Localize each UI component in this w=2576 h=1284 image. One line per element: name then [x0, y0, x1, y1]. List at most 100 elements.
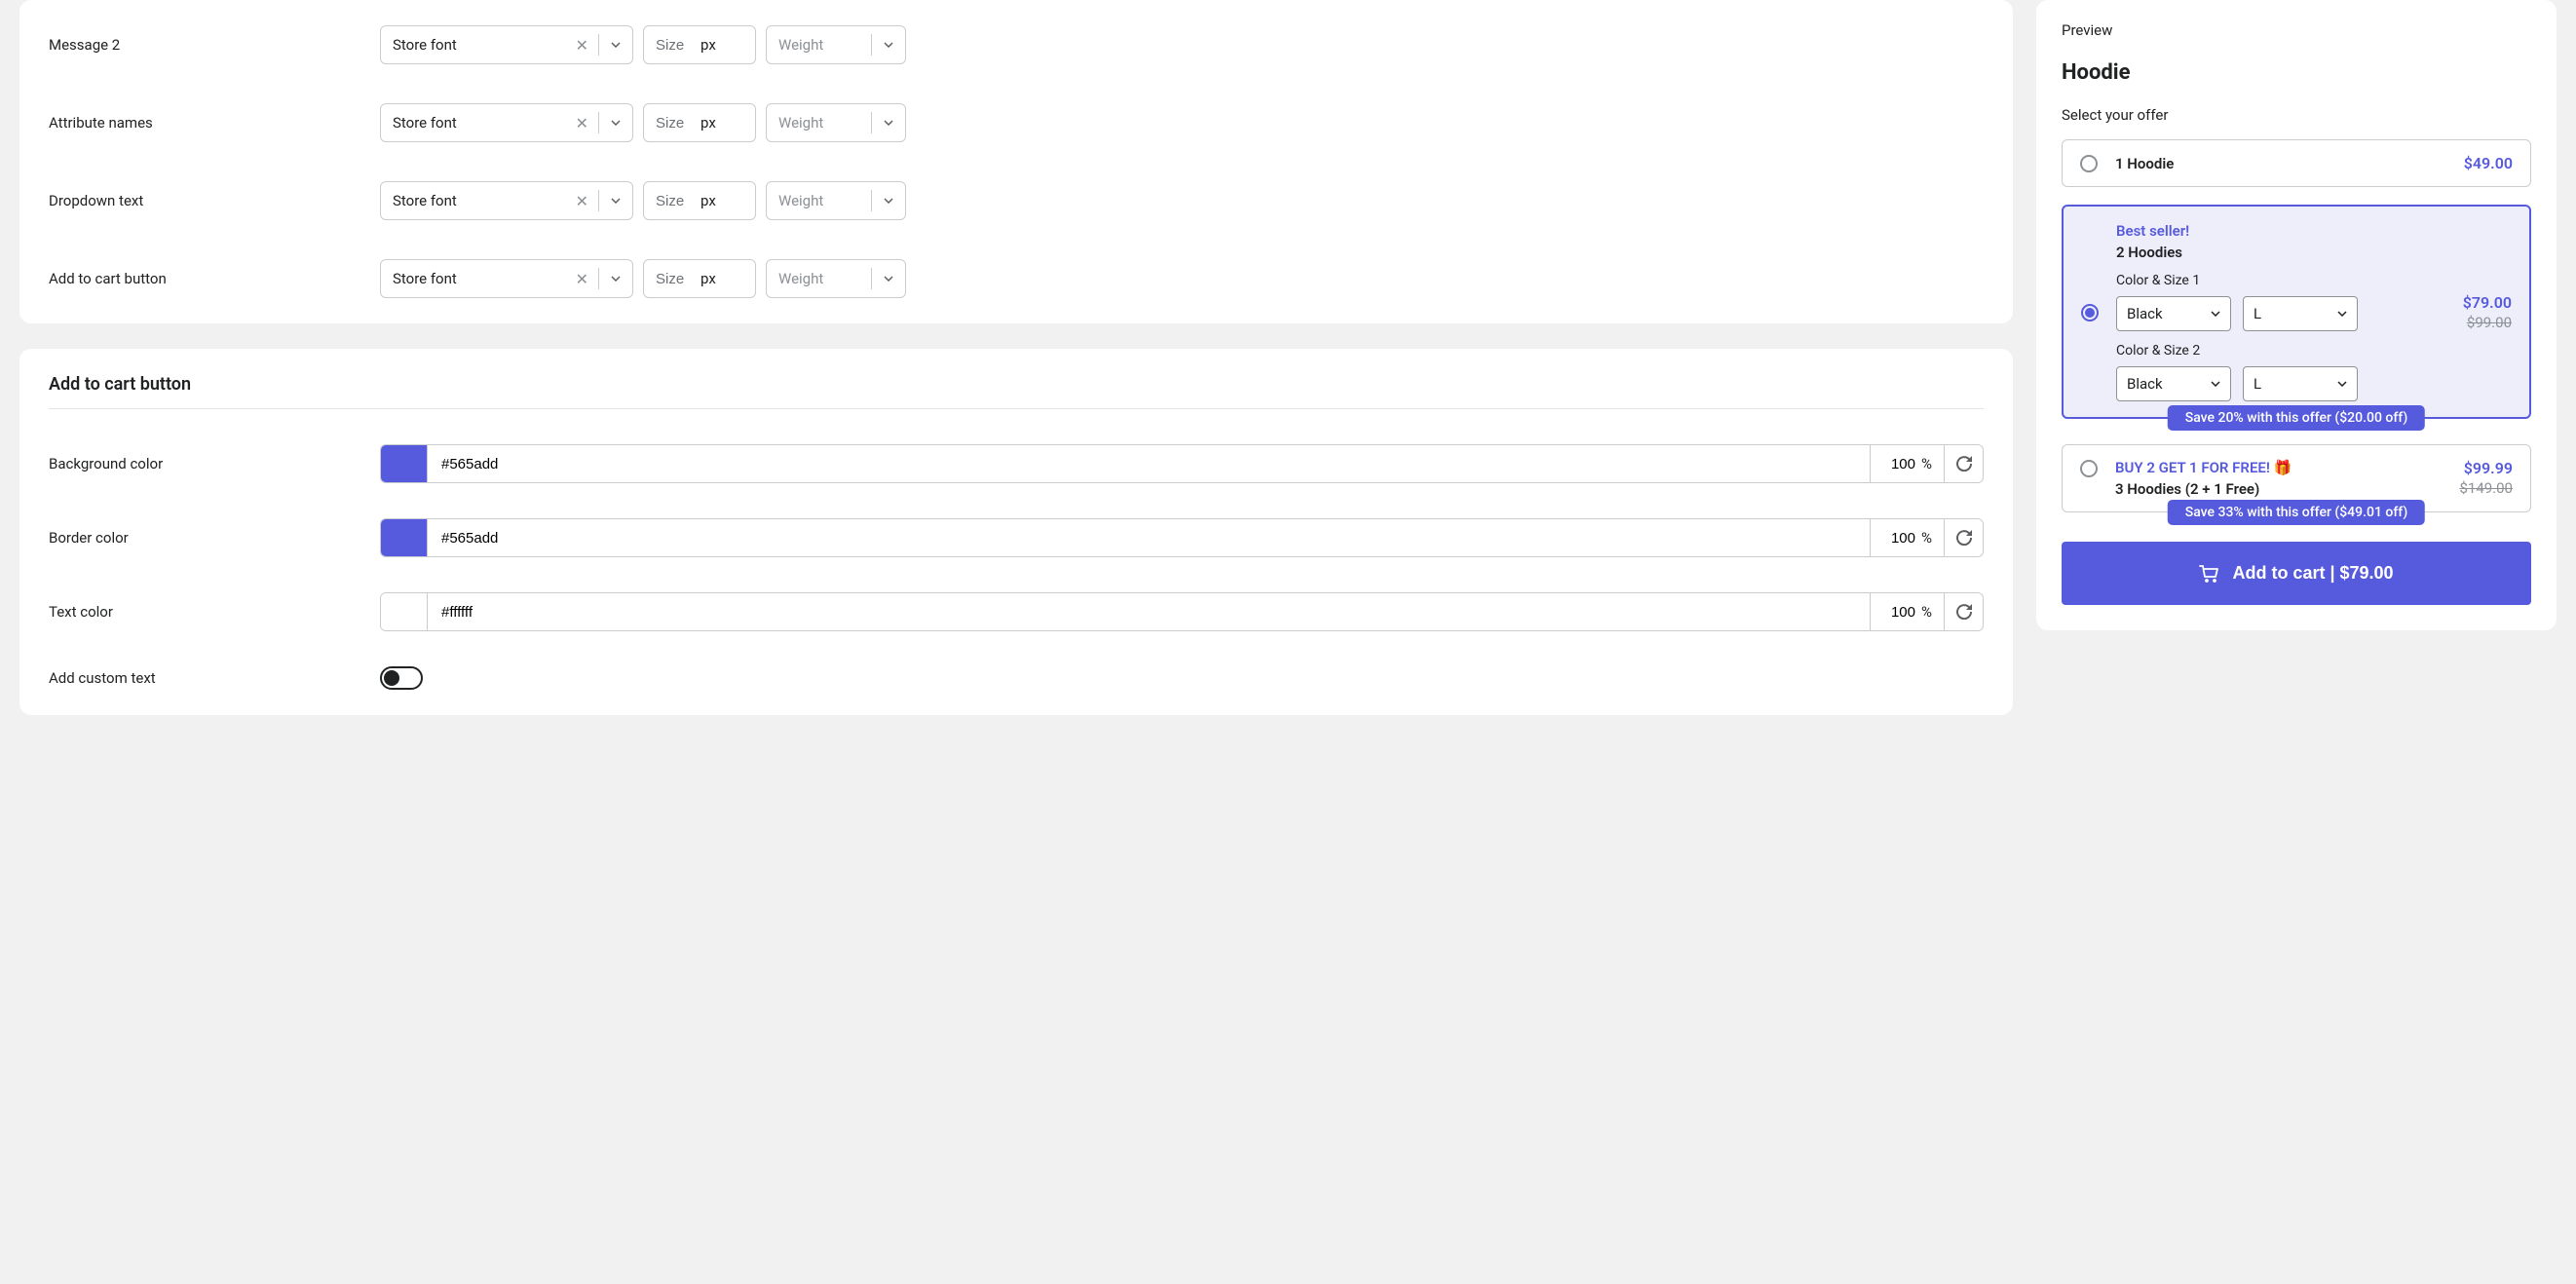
refresh-icon — [1956, 530, 1972, 546]
typo-label: Dropdown text — [49, 192, 380, 209]
offer-3[interactable]: BUY 2 GET 1 FOR FREE! 🎁 3 Hoodies (2 + 1… — [2062, 444, 2531, 512]
size-input[interactable] — [644, 37, 701, 54]
bg-color-input-group: % — [380, 444, 1984, 483]
variant-1-color-select[interactable]: Black — [2116, 296, 2231, 331]
size-input[interactable] — [644, 115, 701, 132]
add-to-cart-button[interactable]: Add to cart | $79.00 — [2062, 542, 2531, 605]
variant-2-label: Color & Size 2 — [2116, 343, 2445, 359]
custom-text-toggle[interactable] — [380, 666, 423, 690]
bg-hex-input[interactable] — [428, 445, 1870, 482]
offer-2-name: 2 Hoodies — [2116, 244, 2189, 261]
custom-text-label: Add custom text — [49, 669, 380, 687]
chevron-down-icon — [2337, 381, 2347, 387]
chevron-down-icon[interactable] — [872, 42, 905, 48]
offer-3-radio[interactable] — [2080, 460, 2098, 477]
size-input-group: px — [643, 103, 756, 142]
border-reset-button[interactable] — [1944, 519, 1983, 556]
toggle-knob — [384, 670, 399, 686]
border-color-label: Border color — [49, 529, 380, 547]
bg-opacity-input[interactable] — [1882, 456, 1915, 472]
clear-icon[interactable]: ✕ — [566, 114, 598, 132]
border-color-swatch[interactable] — [381, 519, 428, 556]
chevron-down-icon[interactable] — [599, 276, 632, 282]
pct-unit: % — [1921, 455, 1932, 472]
pct-unit: % — [1921, 603, 1932, 621]
size-unit: px — [701, 192, 728, 209]
weight-select[interactable]: Weight — [766, 25, 906, 64]
offer-3-old-price: $149.00 — [2459, 479, 2513, 497]
bg-color-label: Background color — [49, 455, 380, 472]
chevron-down-icon[interactable] — [599, 42, 632, 48]
text-opacity-input[interactable] — [1882, 604, 1915, 621]
text-color-swatch[interactable] — [381, 593, 428, 630]
offer-3-name: 3 Hoodies (2 + 1 Free) — [2115, 480, 2292, 498]
offer-2-radio[interactable] — [2081, 304, 2099, 321]
product-name: Hoodie — [2062, 60, 2531, 85]
offer-2-save-badge: Save 20% with this offer ($20.00 off) — [2168, 405, 2425, 431]
chevron-down-icon[interactable] — [872, 198, 905, 204]
weight-select[interactable]: Weight — [766, 103, 906, 142]
weight-placeholder: Weight — [767, 114, 871, 132]
refresh-icon — [1956, 604, 1972, 620]
chevron-down-icon[interactable] — [872, 120, 905, 126]
preview-card: Preview Hoodie Select your offer 1 Hoodi… — [2036, 0, 2557, 630]
chevron-down-icon[interactable] — [599, 120, 632, 126]
weight-placeholder: Weight — [767, 270, 871, 287]
size-unit: px — [701, 270, 728, 287]
font-select-value: Store font — [381, 270, 566, 287]
offer-1-price: $49.00 — [2464, 154, 2513, 172]
size-unit: px — [701, 36, 728, 54]
offer-3-save-badge: Save 33% with this offer ($49.01 off) — [2168, 500, 2425, 525]
offer-2-old-price: $99.00 — [2463, 314, 2512, 331]
weight-select[interactable]: Weight — [766, 181, 906, 220]
chevron-down-icon[interactable] — [872, 276, 905, 282]
bg-reset-button[interactable] — [1944, 445, 1983, 482]
text-hex-input[interactable] — [428, 593, 1870, 630]
bg-color-swatch[interactable] — [381, 445, 428, 482]
weight-placeholder: Weight — [767, 36, 871, 54]
weight-select[interactable]: Weight — [766, 259, 906, 298]
preview-title: Preview — [2062, 21, 2531, 39]
variant-2-size-select[interactable]: L — [2243, 366, 2358, 401]
chevron-down-icon — [2211, 311, 2220, 317]
border-hex-input[interactable] — [428, 519, 1870, 556]
clear-icon[interactable]: ✕ — [566, 192, 598, 210]
border-opacity-input[interactable] — [1882, 530, 1915, 547]
font-select-value: Store font — [381, 192, 566, 209]
size-input-group: px — [643, 25, 756, 64]
add-to-cart-label: Add to cart | $79.00 — [2232, 563, 2393, 584]
font-select-value: Store font — [381, 114, 566, 132]
clear-icon[interactable]: ✕ — [566, 270, 598, 288]
typo-label: Add to cart button — [49, 270, 380, 287]
variant-1-size-select[interactable]: L — [2243, 296, 2358, 331]
font-select[interactable]: Store font ✕ — [380, 25, 633, 64]
size-unit: px — [701, 114, 728, 132]
size-input[interactable] — [644, 271, 701, 287]
typo-label: Message 2 — [49, 36, 380, 54]
select-offer-label: Select your offer — [2062, 106, 2531, 124]
font-select[interactable]: Store font ✕ — [380, 103, 633, 142]
font-select[interactable]: Store font ✕ — [380, 259, 633, 298]
font-select[interactable]: Store font ✕ — [380, 181, 633, 220]
offer-2[interactable]: Best seller! 2 Hoodies Color & Size 1 Bl… — [2062, 205, 2531, 419]
font-select-value: Store font — [381, 36, 566, 54]
offer-3-price: $99.99 — [2459, 459, 2513, 477]
border-color-input-group: % — [380, 518, 1984, 557]
variant-2-color-select[interactable]: Black — [2116, 366, 2231, 401]
refresh-icon — [1956, 456, 1972, 472]
typo-label: Attribute names — [49, 114, 380, 132]
offer-1-radio[interactable] — [2080, 155, 2098, 172]
weight-placeholder: Weight — [767, 192, 871, 209]
size-input-group: px — [643, 181, 756, 220]
offer-2-badge: Best seller! — [2116, 222, 2189, 240]
size-input[interactable] — [644, 193, 701, 209]
offer-3-badge: BUY 2 GET 1 FOR FREE! 🎁 — [2115, 459, 2292, 476]
cart-button-card: Add to cart button Background color % — [19, 349, 2013, 715]
clear-icon[interactable]: ✕ — [566, 36, 598, 55]
size-input-group: px — [643, 259, 756, 298]
chevron-down-icon[interactable] — [599, 198, 632, 204]
text-reset-button[interactable] — [1944, 593, 1983, 630]
chevron-down-icon — [2211, 381, 2220, 387]
offer-1[interactable]: 1 Hoodie $49.00 — [2062, 139, 2531, 187]
cart-icon — [2199, 565, 2218, 583]
